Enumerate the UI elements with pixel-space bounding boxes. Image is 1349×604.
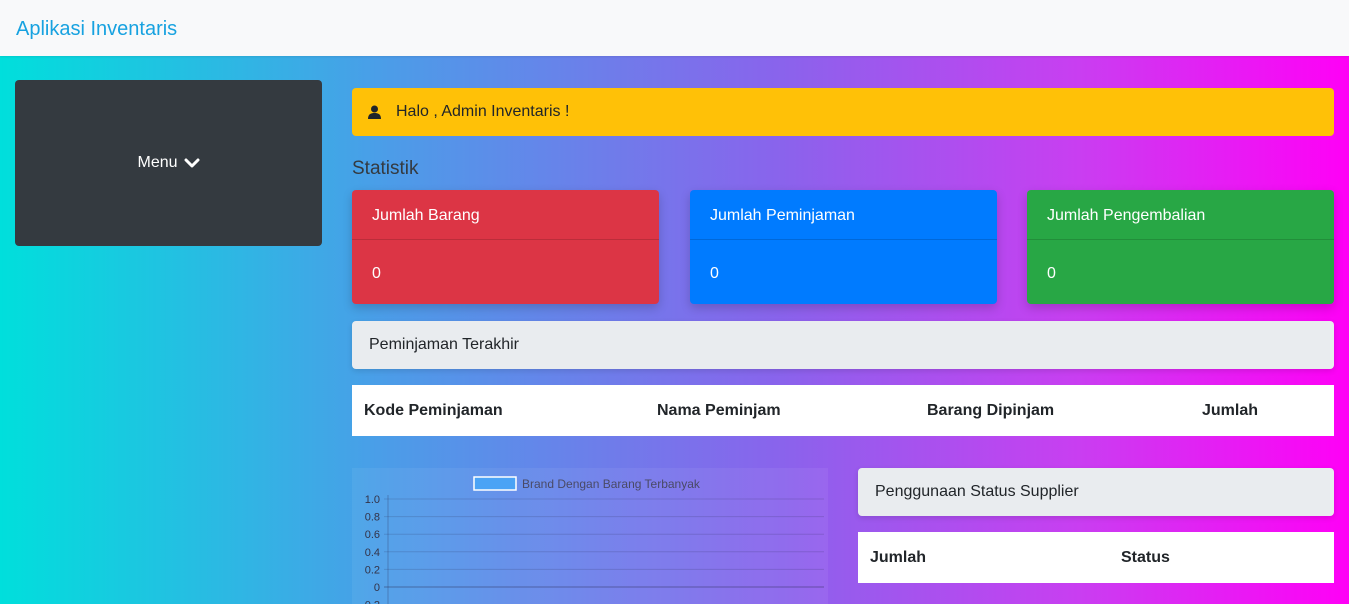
y-tick-label: -0.2 [361,600,380,604]
panel-title: Penggunaan Status Supplier [875,483,1079,500]
peminjaman-terakhir-header: Peminjaman Terakhir [352,321,1334,369]
user-icon [368,105,396,119]
stat-card-jumlah-barang: Jumlah Barang 0 [352,190,659,304]
peminjaman-table: Kode Peminjaman Nama Peminjam Barang Dip… [352,385,1334,436]
y-tick-label: 0.6 [365,529,380,541]
column-header-status: Status [1121,548,1170,566]
menu-label: Menu [137,154,178,171]
y-tick-label: 1.0 [365,494,380,506]
stat-card-label: Jumlah Barang [352,190,659,240]
menu-toggle-button[interactable]: Menu [15,80,322,246]
brand-chart: Brand Dengan Barang Terbanyak 1.0 0.8 0.6 0.… [352,468,828,604]
chevron-down-icon [184,158,200,168]
column-header-jumlah: Jumlah [870,548,927,566]
y-tick-label: 0.2 [365,564,380,576]
stat-card-jumlah-peminjaman: Jumlah Peminjaman 0 [690,190,997,304]
y-tick-label: 0 [374,582,380,594]
stat-card-value: 0 [710,265,719,282]
stat-card-label: Jumlah Pengembalian [1027,190,1334,240]
supplier-table: Jumlah Status [858,532,1334,583]
chart-canvas: Brand Dengan Barang Terbanyak 1.0 0.8 0.6 0.… [361,476,824,604]
statistik-heading: Statistik [352,158,419,179]
supplier-status-header: Penggunaan Status Supplier [858,468,1334,516]
brand-link[interactable]: Aplikasi Inventaris [16,18,177,41]
stat-card-value: 0 [1047,265,1056,282]
column-header-barang: Barang Dipinjam [927,401,1055,419]
column-header-jumlah: Jumlah [1202,401,1259,419]
table-header-row: Kode Peminjaman Nama Peminjam Barang Dip… [352,385,1334,436]
greeting-alert: Halo , Admin Inventaris ! [352,88,1334,136]
stat-card-jumlah-pengembalian: Jumlah Pengembalian 0 [1027,190,1334,304]
panel-title: Peminjaman Terakhir [369,336,519,353]
column-header-nama: Nama Peminjam [657,401,781,419]
table-header-row: Jumlah Status [858,532,1334,583]
y-tick-label: 0.4 [365,547,380,559]
column-header-kode: Kode Peminjaman [364,401,503,419]
legend-swatch [473,476,517,491]
y-tick-label: 0.8 [365,512,380,524]
legend-label: Brand Dengan Barang Terbanyak [522,477,701,491]
greeting-text: Halo , Admin Inventaris ! [396,103,570,120]
stat-card-label: Jumlah Peminjaman [690,190,997,240]
top-navbar: Aplikasi Inventaris [0,0,1349,56]
stat-card-value: 0 [372,265,381,282]
